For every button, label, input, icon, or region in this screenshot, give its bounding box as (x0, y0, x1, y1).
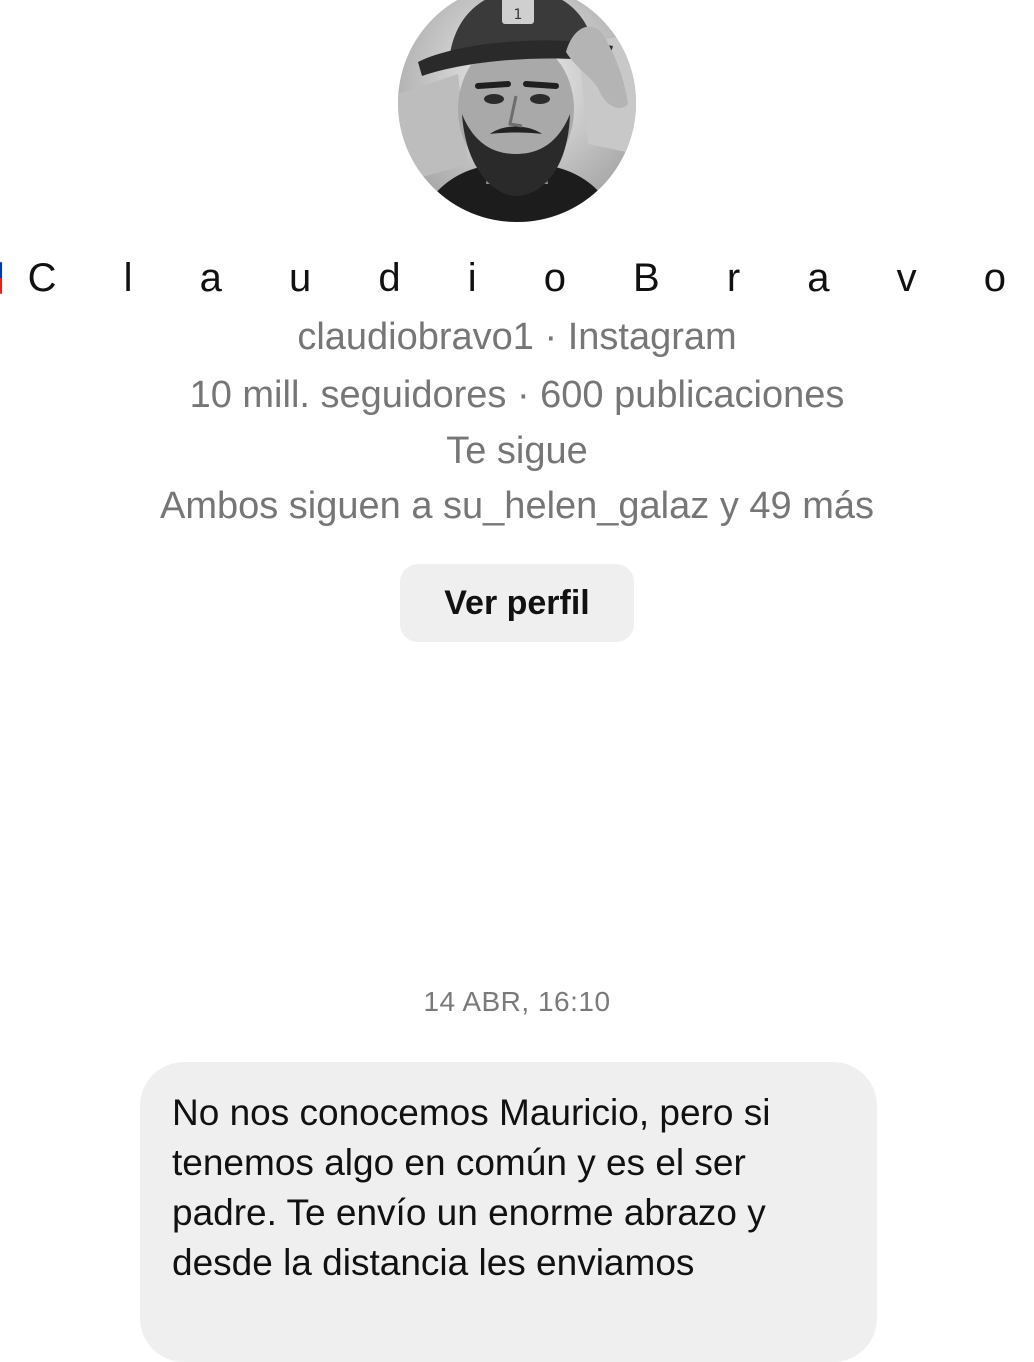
message-bubble[interactable]: No nos conocemos Mauricio, pero si tenem… (140, 1062, 877, 1362)
avatar-photo: 1 (398, 0, 636, 222)
follows-you-label: Te sigue (446, 430, 588, 472)
profile-name-row: C l a u d i o B r a v o (0, 248, 1034, 308)
message-text: No nos conocemos Mauricio, pero si tenem… (172, 1092, 771, 1283)
profile-stats: 10 mill. seguidores · 600 publicaciones (189, 374, 845, 416)
svg-text:1: 1 (514, 7, 523, 23)
mutual-followers[interactable]: Ambos siguen a su_helen_galaz y 49 más (0, 485, 1034, 528)
profile-avatar[interactable]: 1 (398, 0, 636, 222)
message-timestamp: 14 ABR, 16:10 (423, 986, 611, 1017)
profile-handle: claudiobravo1 · Instagram (297, 316, 737, 358)
profile-display-name: C l a u d i o B r a v o (27, 255, 1034, 300)
view-profile-button[interactable]: Ver perfil (400, 564, 634, 642)
chile-flag-icon (0, 262, 2, 294)
